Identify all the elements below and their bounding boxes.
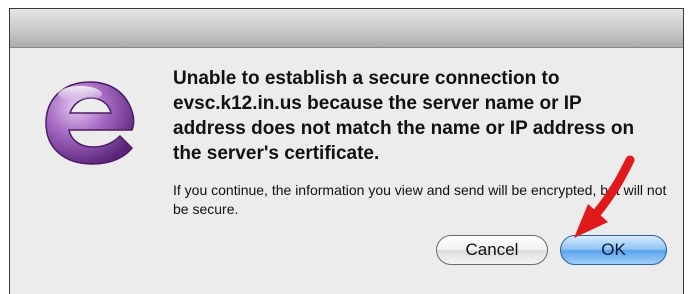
dialog-window: Unable to establish a secure connection …	[9, 8, 684, 294]
dialog-message: Unable to establish a secure connection …	[173, 68, 635, 164]
entourage-e-icon	[45, 81, 135, 165]
dialog-content: Unable to establish a secure connection …	[10, 48, 683, 294]
dialog-info-text: If you continue, the information you vie…	[173, 182, 667, 217]
ok-button[interactable]: OK	[560, 235, 667, 265]
cancel-button[interactable]: Cancel	[436, 235, 548, 265]
title-bar[interactable]	[10, 9, 683, 48]
